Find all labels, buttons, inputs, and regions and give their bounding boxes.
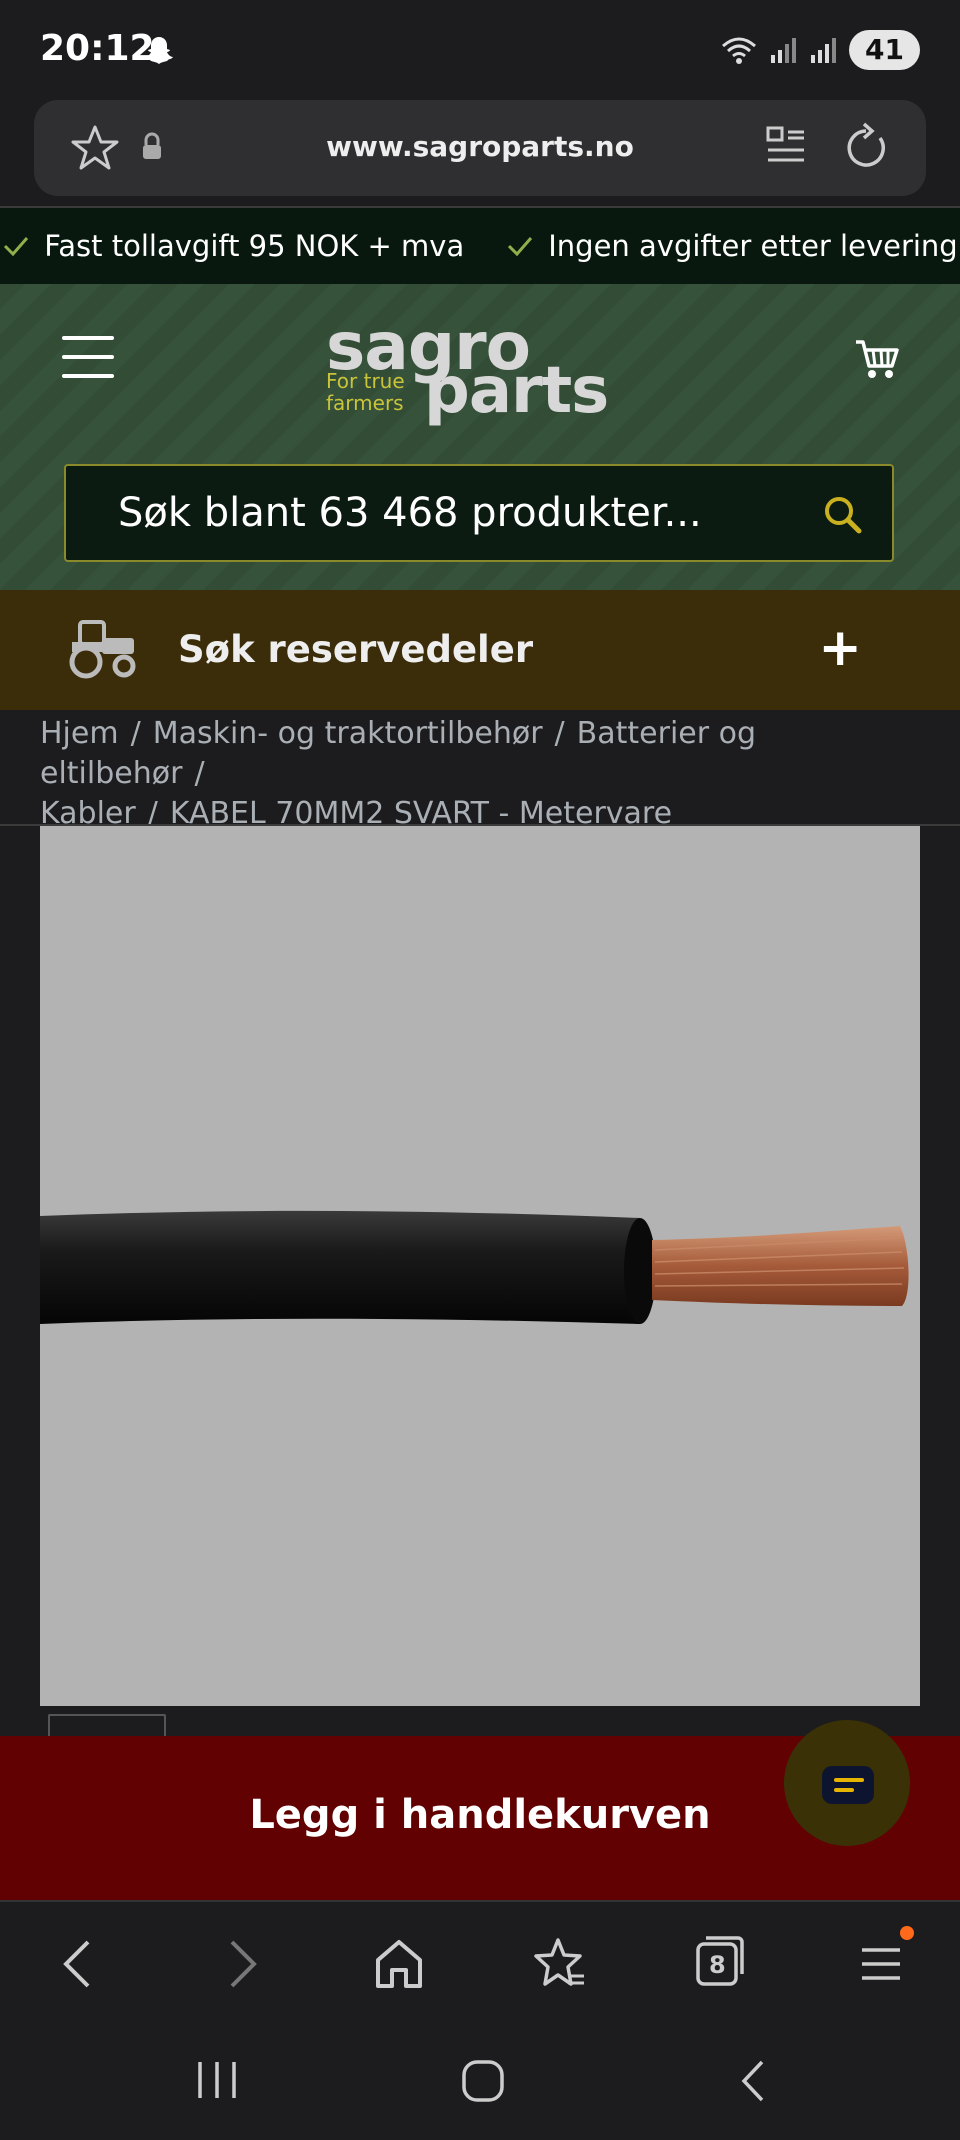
status-icons: 41 <box>719 30 920 70</box>
signal-icon <box>771 38 797 63</box>
parts-search-label: Søk reservedeler <box>178 628 534 671</box>
status-bar: 20:12 41 <box>0 0 960 98</box>
wifi-icon <box>722 37 757 64</box>
logo-tagline: For true farmers <box>326 369 405 415</box>
check-icon <box>508 237 533 257</box>
tractor-icon <box>69 620 136 679</box>
logo-word-parts: parts <box>424 354 609 428</box>
status-time: 20:12 <box>40 28 155 69</box>
search-input[interactable]: Søk blant 63 468 produkter... <box>64 464 894 562</box>
forward-arrow-icon[interactable] <box>222 1936 262 1992</box>
usp-label: Ingen avgifter etter levering <box>548 229 958 263</box>
search-placeholder: Søk blant 63 468 produkter... <box>118 490 702 536</box>
breadcrumb-separator: / <box>194 756 205 791</box>
usp-bar: Fast tollavgift 95 NOK + mva Ingen avgif… <box>0 208 960 284</box>
usp-item: Ingen avgifter etter levering <box>506 229 958 263</box>
address-bar[interactable]: www.sagroparts.no <box>34 100 926 196</box>
tabs-icon[interactable]: 8 <box>694 1934 746 1990</box>
cart-icon[interactable] <box>854 338 900 380</box>
usp-item: Fast tollavgift 95 NOK + mva <box>2 229 464 263</box>
expand-plus-icon[interactable]: + <box>818 618 862 678</box>
snapchat-icon <box>145 37 173 64</box>
battery-indicator: 41 <box>849 30 920 70</box>
system-nav-bar <box>0 2020 960 2140</box>
usp-label: Fast tollavgift 95 NOK + mva <box>44 229 465 263</box>
reader-mode-icon[interactable] <box>766 124 806 168</box>
home-button-icon[interactable] <box>460 2058 506 2104</box>
system-back-icon[interactable] <box>736 2058 770 2104</box>
tabs-count: 8 <box>709 1951 726 1979</box>
search-icon[interactable] <box>822 494 864 536</box>
menu-icon[interactable] <box>858 1926 914 1992</box>
back-arrow-icon[interactable] <box>58 1936 98 1992</box>
parts-search-toggle[interactable]: Søk reservedeler + <box>0 590 960 710</box>
site-header: sagro For true farmers parts Søk blant 6… <box>0 284 960 590</box>
notification-dot <box>900 1926 914 1940</box>
site-logo[interactable]: sagro For true farmers parts <box>326 308 609 428</box>
signal-icon-2 <box>811 38 837 63</box>
browser-toolbar: 8 <box>0 1900 960 2020</box>
breadcrumb-separator: / <box>554 716 565 751</box>
home-icon[interactable] <box>374 1936 424 1992</box>
reload-icon[interactable] <box>842 122 890 174</box>
breadcrumb: Hjem / Maskin- og traktortilbehør / Batterie… <box>40 714 940 834</box>
chat-button[interactable] <box>784 1720 910 1846</box>
cable-image <box>40 1210 909 1324</box>
recent-apps-icon[interactable] <box>194 2058 240 2102</box>
product-image[interactable] <box>40 826 920 1706</box>
breadcrumb-separator: / <box>130 716 141 751</box>
chat-icon <box>822 1766 874 1804</box>
breadcrumb-item[interactable]: Maskin- og traktortilbehør <box>153 716 543 751</box>
bookmarks-icon[interactable] <box>534 1936 586 1992</box>
check-icon <box>4 237 29 257</box>
breadcrumb-item-home[interactable]: Hjem <box>40 716 119 751</box>
hamburger-menu-icon[interactable] <box>62 336 114 378</box>
